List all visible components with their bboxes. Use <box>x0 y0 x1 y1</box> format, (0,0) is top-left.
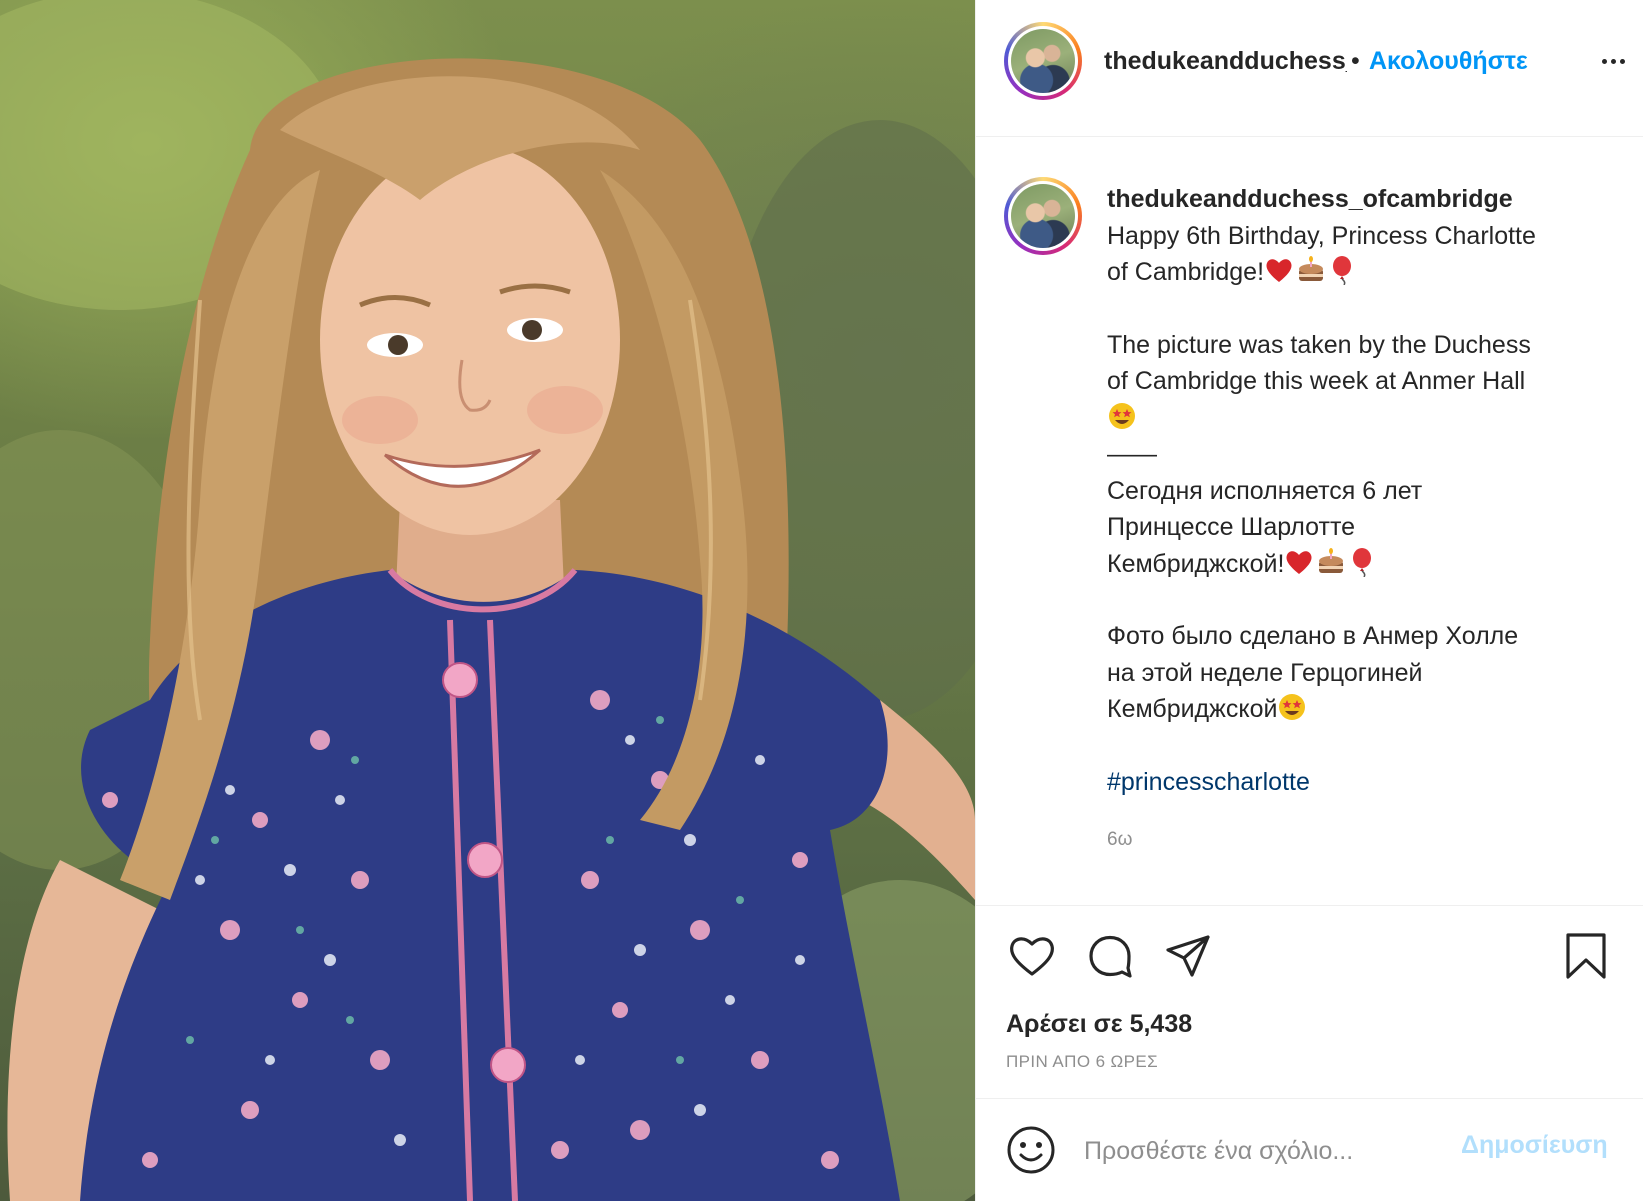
balloon-emoji-icon <box>1348 547 1378 577</box>
post-caption: thedukeandduchess_ofcambridge Happy 6th … <box>976 137 1643 906</box>
caption-line <box>1107 400 1607 437</box>
likes-count[interactable]: Αρέσει σε 5,438 <box>1006 1010 1192 1039</box>
paper-plane-icon[interactable] <box>1162 930 1214 982</box>
post-side-panel: thedukeandduchess_ofcambridge • Ακολουθή… <box>975 0 1643 1201</box>
red-heart-emoji-icon <box>1264 255 1294 285</box>
more-options-icon[interactable] <box>1596 44 1630 78</box>
caption-timestamp[interactable]: 6ω <box>1107 822 1607 859</box>
bookmark-icon[interactable] <box>1560 930 1612 982</box>
caption-text: Кембриджской! <box>1107 549 1285 578</box>
smiley-icon[interactable] <box>1004 1123 1058 1177</box>
caption-body: thedukeandduchess_ofcambridge Happy 6th … <box>1107 181 1607 859</box>
photo-illustration <box>0 0 975 1201</box>
avatar-image <box>1011 29 1075 93</box>
comment-box: Δημοσίευση <box>976 1099 1643 1201</box>
caption-line: of Cambridge! <box>1107 254 1607 291</box>
post-comment-button[interactable]: Δημοσίευση <box>1461 1131 1608 1160</box>
caption-line: Happy 6th Birthday, Princess Charlotte <box>1107 221 1536 250</box>
more-dot <box>1610 58 1616 64</box>
caption-line: на этой неделе Герцогиней <box>1107 658 1423 687</box>
avatar-ring <box>1008 26 1078 96</box>
avatar[interactable] <box>1004 22 1082 100</box>
avatar-ring <box>1008 181 1078 251</box>
caption-text: Кембриджской <box>1107 695 1278 723</box>
birthday-cake-emoji-icon <box>1296 255 1326 285</box>
birthday-cake-emoji-icon <box>1316 547 1346 577</box>
caption-line: Кембриджской <box>1107 691 1607 728</box>
comment-icon[interactable] <box>1084 930 1136 982</box>
post-photo[interactable] <box>0 0 975 1201</box>
instagram-post-view: thedukeandduchess_ofcambridge • Ακολουθή… <box>0 0 1643 1201</box>
caption-line: Кембриджской! <box>1107 546 1607 583</box>
more-dot <box>1601 58 1607 64</box>
post-header: thedukeandduchess_ofcambridge • Ακολουθή… <box>976 0 1643 137</box>
header-separator: • <box>1351 47 1360 75</box>
caption-line: The picture was taken by the Duchess <box>1107 330 1531 359</box>
heart-icon[interactable] <box>1006 930 1058 982</box>
avatar-image <box>1011 184 1075 248</box>
caption-divider: —— <box>1107 440 1157 468</box>
star-struck-emoji-icon <box>1107 401 1137 431</box>
caption-line: Сегодня исполняется 6 лет <box>1107 476 1423 505</box>
post-time-ago[interactable]: ΠΡΙΝ ΑΠΟ 6 ΩΡΕΣ <box>1006 1052 1158 1072</box>
caption-line: of Cambridge this week at Anmer Hall <box>1107 367 1526 395</box>
caption-text: of Cambridge! <box>1107 258 1265 286</box>
caption-line: Фото было сделано в Анмер Холле <box>1107 622 1519 650</box>
red-heart-emoji-icon <box>1284 547 1314 577</box>
more-dot <box>1619 58 1625 64</box>
caption-line: Принцессе Шарлотте <box>1107 513 1356 541</box>
hashtag-link[interactable]: #princesscharlotte <box>1107 764 1607 801</box>
caption-username[interactable]: thedukeandduchess_ofcambridge <box>1107 181 1607 218</box>
balloon-emoji-icon <box>1328 255 1358 285</box>
comment-input[interactable] <box>1084 1131 1424 1171</box>
follow-button[interactable]: Ακολουθήστε <box>1369 44 1528 78</box>
star-struck-emoji-icon <box>1277 692 1307 722</box>
header-username[interactable]: thedukeandduchess_ofcambridge <box>1104 44 1347 78</box>
caption-avatar[interactable] <box>1004 177 1082 255</box>
